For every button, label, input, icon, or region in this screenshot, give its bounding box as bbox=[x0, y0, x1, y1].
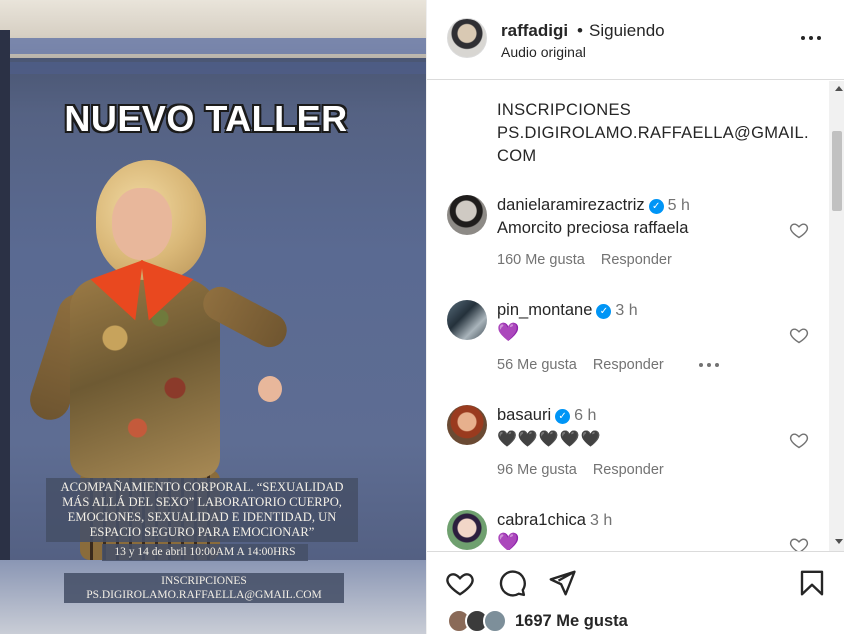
video-caption-description: ACOMPAÑAMIENTO CORPORAL. “SEXUALIDAD MÁS… bbox=[46, 478, 358, 542]
post-caption: INSCRIPCIONES PS.DIGIROLAMO.RAFFAELLA@GM… bbox=[497, 101, 809, 165]
video-caption-inscriptions: INSCRIPCIONES PS.DIGIROLAMO.RAFFAELLA@GM… bbox=[64, 573, 344, 603]
heart-icon[interactable] bbox=[445, 568, 475, 598]
follow-status-button[interactable]: Siguiendo bbox=[589, 21, 665, 41]
comment-icon[interactable] bbox=[497, 568, 527, 598]
verified-badge-icon: ✓ bbox=[648, 199, 664, 214]
comment-likes[interactable]: 96 Me gusta bbox=[497, 462, 577, 478]
heart-icon[interactable] bbox=[789, 220, 809, 240]
comment-avatar[interactable] bbox=[447, 195, 487, 235]
header-separator: • bbox=[577, 21, 583, 40]
author-avatar[interactable] bbox=[447, 18, 487, 58]
comment-text: 🖤🖤🖤🖤🖤 bbox=[497, 431, 602, 448]
comment-avatar[interactable] bbox=[447, 405, 487, 445]
dancer-hand bbox=[258, 376, 282, 402]
video-caption-date: 13 y 14 de abril 10:00AM A 14:00HRS bbox=[102, 544, 308, 561]
video-beam-secondary bbox=[10, 62, 426, 74]
share-icon[interactable] bbox=[547, 568, 577, 598]
more-options-icon[interactable] bbox=[799, 28, 823, 48]
video-title-overlay: NUEVO TALLER bbox=[64, 98, 348, 139]
verified-badge-icon: ✓ bbox=[596, 304, 612, 319]
comment-likes[interactable]: 56 Me gusta bbox=[497, 357, 577, 373]
heart-icon[interactable] bbox=[789, 325, 809, 345]
audio-label[interactable]: Audio original bbox=[501, 44, 586, 60]
comment-likes[interactable]: 160 Me gusta bbox=[497, 252, 585, 268]
scroll-up-arrow-icon[interactable] bbox=[835, 86, 843, 91]
reply-button[interactable]: Responder bbox=[601, 252, 672, 268]
comment-text: 💜 bbox=[497, 322, 520, 342]
reply-button[interactable]: Responder bbox=[593, 357, 664, 373]
comment-avatar[interactable] bbox=[447, 300, 487, 340]
heart-icon[interactable] bbox=[789, 430, 809, 450]
bookmark-icon[interactable] bbox=[797, 568, 827, 598]
scrollbar-thumb[interactable] bbox=[832, 131, 842, 211]
dancer-face bbox=[112, 188, 172, 260]
likes-count[interactable]: 1697 Me gusta bbox=[515, 612, 628, 631]
comment-meta: 96 Me gusta Responder bbox=[497, 462, 680, 478]
comment-avatar[interactable] bbox=[447, 510, 487, 550]
comment-username[interactable]: basauri ✓ 6 h bbox=[497, 406, 596, 425]
comment-meta: 160 Me gusta Responder bbox=[497, 252, 688, 268]
comment-text: 💜 bbox=[497, 532, 520, 550]
liker-avatar bbox=[483, 609, 507, 633]
comment-time: 3 h bbox=[589, 512, 613, 529]
scroll-down-arrow-icon[interactable] bbox=[835, 539, 843, 544]
reel-video[interactable]: NUEVO TALLER ACOMPAÑAMIENTO CORPORAL. “S… bbox=[0, 0, 426, 634]
heart-icon[interactable] bbox=[789, 535, 809, 551]
comment-more-options-icon[interactable] bbox=[699, 363, 719, 367]
post-header: raffadigi • Siguiendo Audio original bbox=[427, 0, 844, 80]
video-beam bbox=[0, 38, 426, 54]
reply-button[interactable]: Responder bbox=[593, 462, 664, 478]
comment-username[interactable]: danielaramirezactriz ✓ 5 h bbox=[497, 196, 690, 215]
comment-text: Amorcito preciosa raffaela bbox=[497, 219, 689, 237]
post-side-panel: raffadigi • Siguiendo Audio original INS… bbox=[426, 0, 844, 634]
verified-badge-icon: ✓ bbox=[555, 409, 571, 424]
comment-time: 6 h bbox=[574, 407, 597, 424]
comment-time: 3 h bbox=[615, 302, 638, 319]
author-username[interactable]: raffadigi bbox=[501, 21, 568, 41]
comment-username[interactable]: cabra1chica 3 h bbox=[497, 511, 612, 530]
comment-time: 5 h bbox=[667, 197, 690, 214]
comment-meta: 56 Me gusta Responder bbox=[497, 357, 680, 373]
comment-username[interactable]: pin_montane ✓ 3 h bbox=[497, 301, 638, 320]
